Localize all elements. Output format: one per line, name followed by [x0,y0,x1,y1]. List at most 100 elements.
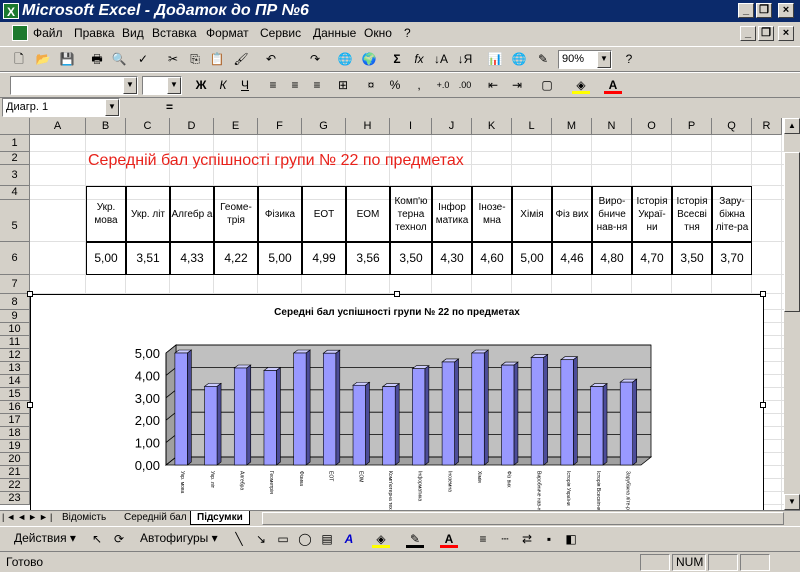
row-header[interactable]: 4 [0,186,30,200]
font-size-select[interactable]: ▼ [142,76,182,95]
menu-format[interactable]: Формат [206,26,249,40]
comma-icon[interactable]: , [410,76,428,94]
align-left-icon[interactable]: ≡ [264,76,282,94]
free-rotate-icon[interactable]: ⟳ [110,530,128,548]
new-icon[interactable]: 🗋 [10,50,28,68]
line-style-icon[interactable]: ≡ [474,530,492,548]
row-header[interactable]: 11 [0,336,30,349]
autosum-icon[interactable]: Σ [388,50,406,68]
value-cell[interactable]: 3,56 [346,242,390,275]
column-header[interactable]: E [214,118,258,135]
tab-pidsumky[interactable]: Підсумки [190,511,250,525]
value-cell[interactable]: 4,22 [214,242,258,275]
actions-menu[interactable]: Действия ▾ [14,531,76,545]
menu-tools[interactable]: Сервис [260,26,301,40]
value-cell[interactable]: 3,51 [126,242,170,275]
row-header[interactable]: 13 [0,362,30,375]
rectangle-icon[interactable]: ▭ [274,530,292,548]
resize-handle[interactable] [760,402,766,408]
maximize-button[interactable]: ❐ [756,3,772,18]
column-header[interactable]: Q [712,118,752,135]
doc-close-button[interactable]: × [778,26,794,41]
value-cell[interactable]: 4,46 [552,242,592,275]
row-header[interactable]: 20 [0,453,30,466]
menu-view[interactable]: Вид [122,26,144,40]
column-header[interactable]: C [126,118,170,135]
value-cell[interactable]: 3,70 [712,242,752,275]
value-cell[interactable]: 5,00 [258,242,302,275]
autoshapes-menu[interactable]: Автофигуры ▾ [140,531,218,545]
3d-icon[interactable]: ◧ [562,530,580,548]
workbook-icon[interactable] [12,25,28,41]
subject-cell[interactable]: Укр. мова [86,186,126,242]
row-header[interactable]: 19 [0,440,30,453]
menu-file[interactable]: Файл [33,26,63,40]
row-header[interactable]: 17 [0,414,30,427]
align-right-icon[interactable]: ≡ [308,76,326,94]
shadow-icon[interactable]: ▪ [540,530,558,548]
column-header[interactable]: L [512,118,552,135]
doc-restore-button[interactable]: ❐ [758,26,774,41]
menu-window[interactable]: Окно [364,26,392,40]
subject-cell[interactable]: Укр. літ [126,186,170,242]
tab-vidomist[interactable]: Відомість [56,511,112,525]
value-cell[interactable]: 5,00 [512,242,552,275]
column-header[interactable]: R [752,118,782,135]
hyperlink-icon[interactable]: 🌐 [336,50,354,68]
row-header[interactable]: 3 [0,165,30,186]
wordart-icon[interactable]: A [340,530,358,548]
formula-input[interactable] [180,98,800,117]
row-header[interactable]: 12 [0,349,30,362]
column-header[interactable]: D [170,118,214,135]
row-header[interactable]: 16 [0,401,30,414]
spelling-icon[interactable]: ✓ [134,50,152,68]
underline-icon[interactable]: Ч [236,76,254,94]
arrow-icon[interactable]: ↘ [252,530,270,548]
print-icon[interactable]: 🖶 [88,50,106,68]
column-header[interactable]: B [86,118,126,135]
column-header[interactable]: I [390,118,432,135]
resize-handle[interactable] [760,291,766,297]
value-cell[interactable]: 5,00 [86,242,126,275]
row-header[interactable]: 14 [0,375,30,388]
value-cell[interactable]: 4,80 [592,242,632,275]
row-header[interactable]: 18 [0,427,30,440]
column-header[interactable]: J [432,118,472,135]
subject-cell[interactable]: ЕОМ [346,186,390,242]
column-header[interactable]: N [592,118,632,135]
line-icon[interactable]: ╲ [230,530,248,548]
row-header[interactable]: 23 [0,492,30,505]
value-cell[interactable]: 4,30 [432,242,472,275]
drawing-icon[interactable]: ✎ [534,50,552,68]
sort-ascending-icon[interactable]: ↓A [432,50,450,68]
save-icon[interactable]: 💾 [58,50,76,68]
column-header[interactable]: A [30,118,86,135]
chevron-down-icon[interactable]: ▼ [597,51,611,68]
menu-help[interactable]: ? [404,26,411,40]
column-header[interactable]: K [472,118,512,135]
textbox-icon[interactable]: ▤ [318,530,336,548]
map-icon[interactable]: 🌐 [510,50,528,68]
open-icon[interactable]: 📂 [34,50,52,68]
resize-handle[interactable] [27,402,33,408]
value-cell[interactable]: 4,33 [170,242,214,275]
subject-cell[interactable]: Фіз вих [552,186,592,242]
subject-cell[interactable]: Виро-бниче нав-ня [592,186,632,242]
horizontal-scrollbar[interactable] [262,512,784,525]
chevron-down-icon[interactable]: ▼ [123,77,137,94]
chevron-down-icon[interactable]: ▼ [105,99,119,116]
tab-serednii-bal[interactable]: Середній бал [118,511,193,525]
column-header[interactable]: F [258,118,302,135]
row-header[interactable]: 22 [0,479,30,492]
row-header[interactable]: 8 [0,294,30,310]
italic-icon[interactable]: К [214,76,232,94]
subject-cell[interactable]: Геоме-трія [214,186,258,242]
column-header[interactable]: H [346,118,390,135]
subject-cell[interactable]: Зару-біжна літе-ра [712,186,752,242]
row-header[interactable]: 6 [0,242,30,275]
align-center-icon[interactable]: ≡ [286,76,304,94]
dash-style-icon[interactable]: ┄ [496,530,514,548]
merge-center-icon[interactable]: ⊞ [334,76,352,94]
bold-icon[interactable]: Ж [192,76,210,94]
row-header[interactable]: 1 [0,135,30,152]
